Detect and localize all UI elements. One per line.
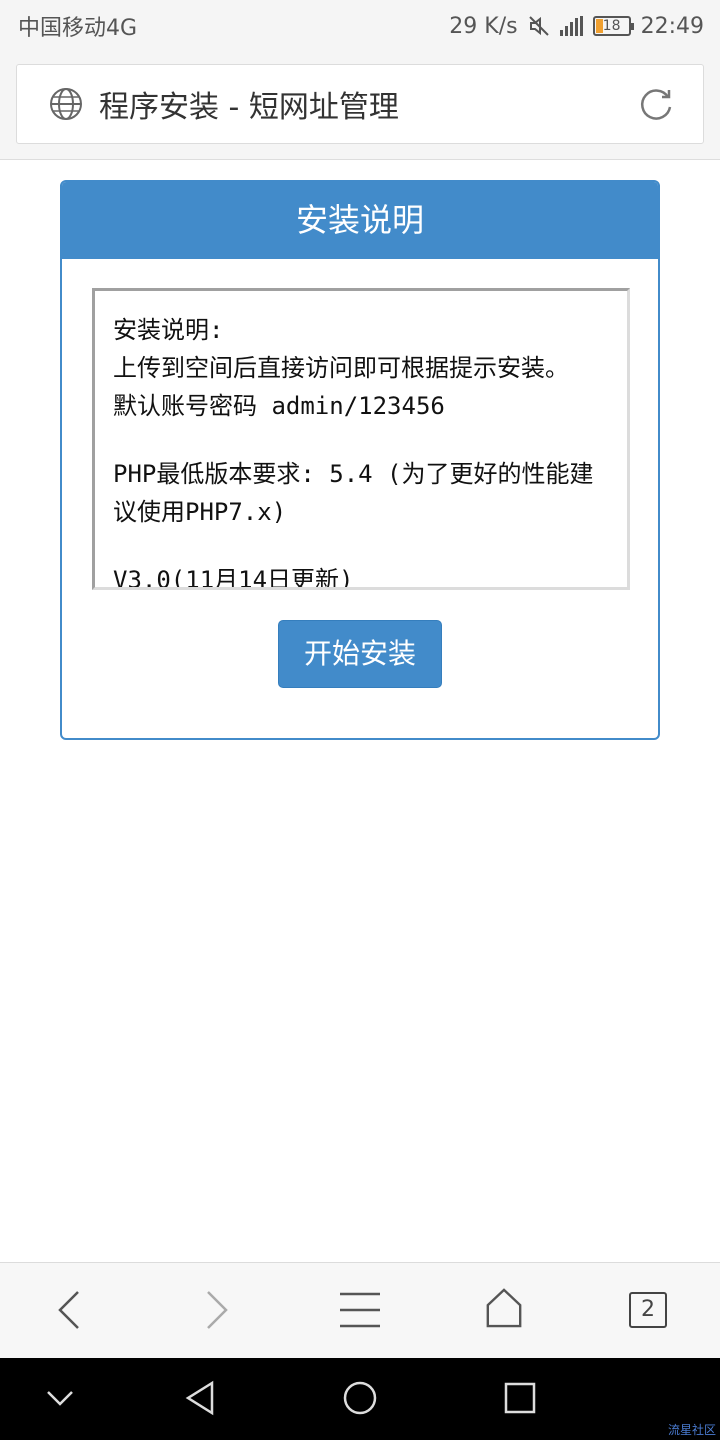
- panel-heading: 安装说明: [62, 182, 658, 259]
- notice-line: 安装说明:: [113, 316, 224, 344]
- watermark: 流星社区: [667, 1423, 716, 1437]
- notice-line: V3.0(11月14日更新): [113, 566, 354, 590]
- notice-line: PHP最低版本要求: 5.4 (为了更好的性能建议使用PHP7.x): [113, 460, 594, 526]
- address-bar[interactable]: 程序安装 - 短网址管理: [16, 64, 704, 144]
- browser-header: 程序安装 - 短网址管理: [0, 52, 720, 160]
- battery-level: 18: [602, 18, 621, 34]
- nav-back-icon[interactable]: [184, 1380, 216, 1416]
- chevron-down-icon[interactable]: [46, 1386, 74, 1410]
- nav-home-icon[interactable]: [342, 1380, 378, 1416]
- battery-icon: 18: [592, 16, 634, 36]
- back-icon[interactable]: [50, 1290, 90, 1330]
- clock: 22:49: [640, 13, 704, 39]
- menu-icon[interactable]: [340, 1290, 380, 1330]
- carrier-label: 中国移动4G: [18, 16, 138, 41]
- globe-icon: [50, 88, 82, 120]
- signal-icon: [559, 16, 583, 36]
- page-title: 程序安装 - 短网址管理: [99, 90, 399, 125]
- notice-line: 默认账号密码 admin/123456: [113, 392, 445, 420]
- install-notice-textarea[interactable]: 安装说明: 上传到空间后直接访问即可根据提示安装。 默认账号密码 admin/123…: [92, 288, 630, 590]
- forward-icon[interactable]: [196, 1290, 236, 1330]
- notice-line: 上传到空间后直接访问即可根据提示安装。: [113, 354, 569, 382]
- status-indicators: 29 K/s 18 22:49: [449, 14, 704, 39]
- network-speed: 29 K/s: [449, 13, 518, 39]
- tabs-button[interactable]: 2: [629, 1292, 667, 1328]
- start-install-button[interactable]: 开始安装: [278, 620, 442, 688]
- refresh-icon[interactable]: [637, 85, 675, 123]
- status-bar: 中国移动4G 29 K/s 18 22:49: [0, 0, 720, 52]
- nav-recents-icon[interactable]: [504, 1382, 536, 1414]
- mute-icon: [528, 16, 549, 36]
- install-panel: 安装说明 安装说明: 上传到空间后直接访问即可根据提示安装。 默认账号密码 admi…: [60, 180, 660, 740]
- home-icon[interactable]: [484, 1288, 524, 1328]
